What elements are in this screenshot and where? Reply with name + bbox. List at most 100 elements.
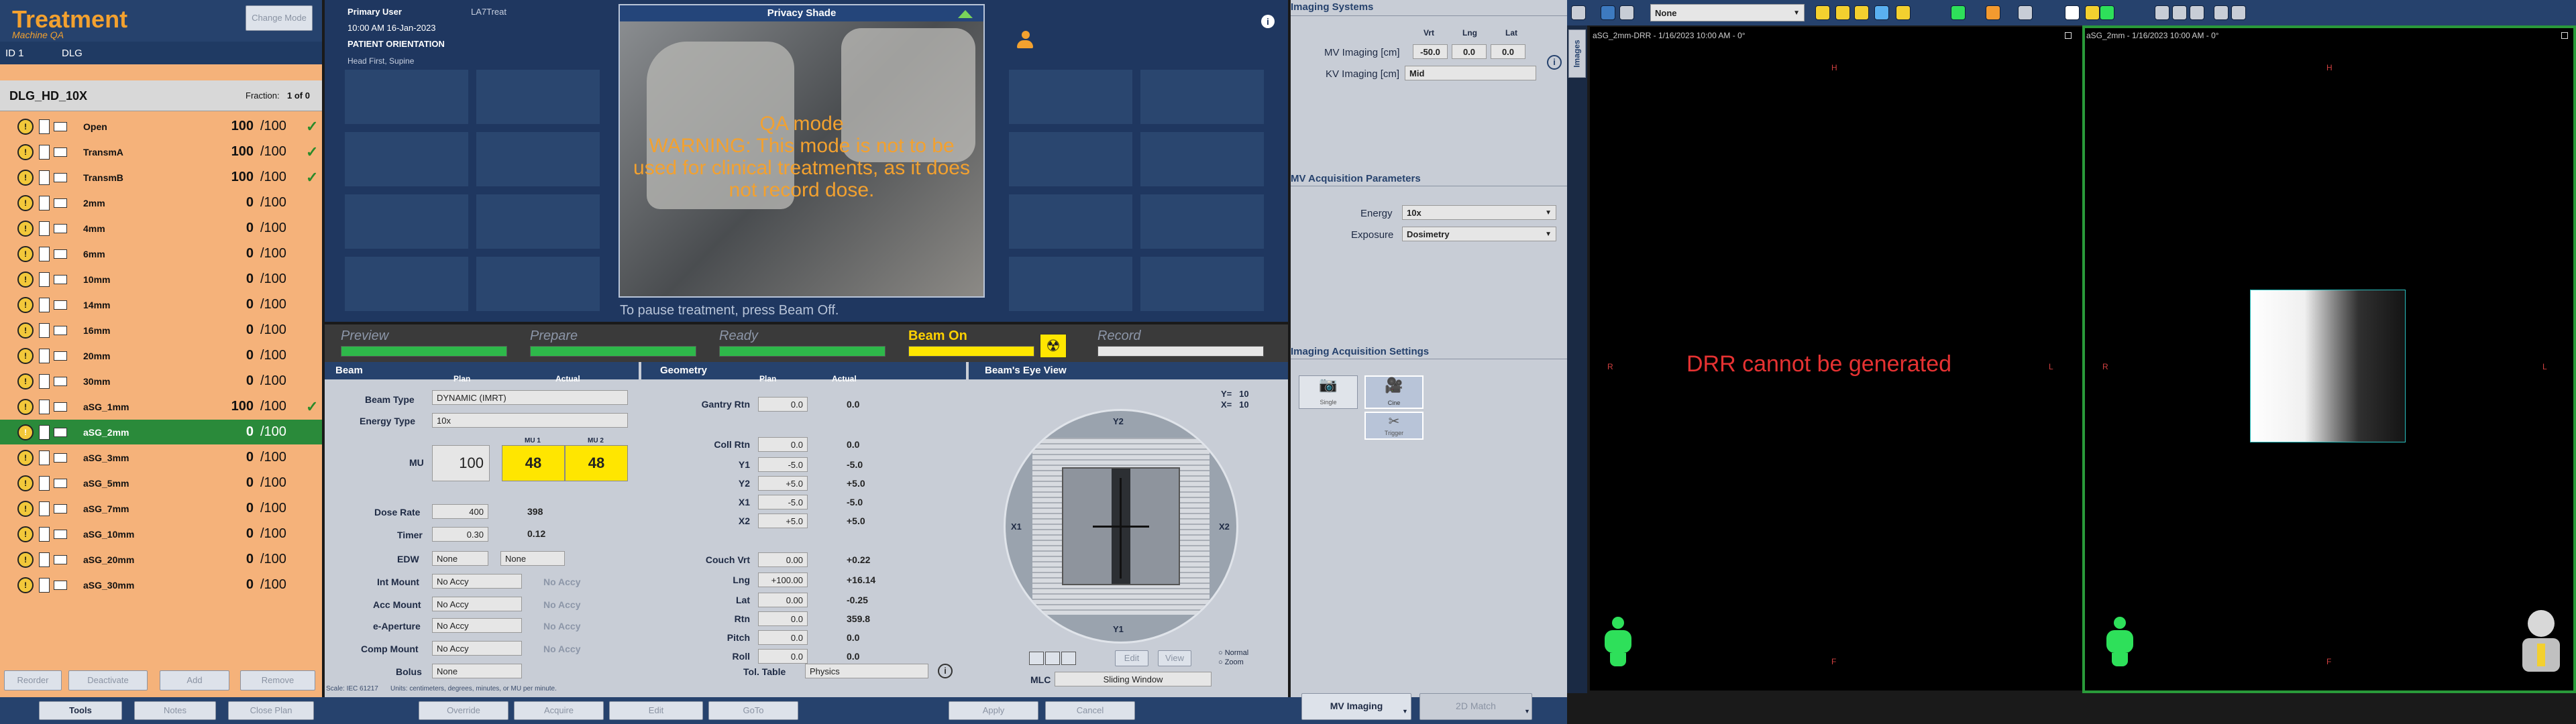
- match-icon[interactable]: [2100, 5, 2114, 20]
- field-status-icon: !: [17, 500, 34, 517]
- y2-label: Y2: [738, 478, 750, 489]
- bev-tool-icon-1[interactable]: [1029, 652, 1044, 665]
- field-row-10mm[interactable]: ! 10mm 0/100: [0, 267, 322, 292]
- field-mu-total: /100: [260, 552, 286, 566]
- zoom-in-icon[interactable]: [1815, 5, 1830, 20]
- match-dropdown-icon[interactable]: ▼: [1524, 708, 1530, 715]
- overlay-select[interactable]: None ▼: [1650, 4, 1805, 21]
- tools-button[interactable]: Tools: [39, 701, 122, 720]
- override-button[interactable]: Override: [419, 701, 508, 720]
- field-row-asg-5mm[interactable]: ! aSG_5mm 0/100: [0, 471, 322, 495]
- y1-label: Y1: [738, 459, 750, 470]
- goto-button[interactable]: GoTo: [708, 701, 798, 720]
- edit-button[interactable]: Edit: [609, 701, 703, 720]
- maximize-icon[interactable]: [2065, 32, 2072, 39]
- field-row-open[interactable]: ! Open 100/100 ✓: [0, 114, 322, 139]
- undo-icon[interactable]: [1874, 5, 1889, 20]
- remove-field-button[interactable]: Remove: [240, 670, 315, 690]
- plan-header[interactable]: DLG_HD_10X Fraction: 1 of 0: [0, 80, 322, 111]
- trigger-button[interactable]: ✂ Trigger: [1364, 412, 1424, 440]
- imaging-info-icon[interactable]: i: [1547, 55, 1562, 70]
- layout-icon[interactable]: [1571, 5, 1586, 20]
- zoom-radio[interactable]: ○ Zoom: [1218, 658, 1244, 666]
- mu1-label: MU 1: [525, 437, 541, 444]
- layers-icon[interactable]: [2172, 5, 2187, 20]
- bev-tool-icon-3[interactable]: [1061, 652, 1076, 665]
- mv-dropdown-icon[interactable]: ▼: [1402, 708, 1408, 715]
- info-icon[interactable]: i: [1261, 15, 1275, 28]
- cine-acq-button[interactable]: 🎥 Cine: [1364, 375, 1424, 409]
- field-row-asg-3mm[interactable]: ! aSG_3mm 0/100: [0, 445, 322, 470]
- field-row-30mm[interactable]: ! 30mm 0/100: [0, 369, 322, 394]
- maximize-icon[interactable]: [2561, 32, 2568, 39]
- grid-icon[interactable]: [2018, 5, 2033, 20]
- field-row-4mm[interactable]: ! 4mm 0/100: [0, 216, 322, 241]
- info-icon[interactable]: [2065, 5, 2080, 20]
- field-name: Open: [83, 121, 107, 132]
- fraction-label: Fraction:: [246, 90, 280, 101]
- apply-button[interactable]: Apply: [949, 701, 1038, 720]
- field-row-transmb[interactable]: ! TransmB 100/100 ✓: [0, 165, 322, 190]
- acquire-button[interactable]: Acquire: [514, 701, 604, 720]
- adjust-icon[interactable]: [2190, 5, 2204, 20]
- check-icon: ✓: [306, 143, 319, 160]
- field-row-asg-7mm[interactable]: ! aSG_7mm 0/100: [0, 496, 322, 521]
- bev-tool-icon-2[interactable]: [1045, 652, 1060, 665]
- lock-icon[interactable]: [2231, 5, 2246, 20]
- field-row-16mm[interactable]: ! 16mm 0/100: [0, 318, 322, 343]
- cancel-button[interactable]: Cancel: [1045, 701, 1135, 720]
- measure-icon[interactable]: [1896, 5, 1911, 20]
- reorder-button[interactable]: Reorder: [4, 670, 62, 690]
- settings-icon[interactable]: [1619, 5, 1634, 20]
- beams-eye-view[interactable]: Y2 Y1 X1 X2: [1004, 409, 1238, 644]
- field-row-asg-20mm[interactable]: ! aSG_20mm 0/100: [0, 547, 322, 572]
- field-shape-icon: [54, 580, 67, 590]
- change-mode-button[interactable]: Change Mode: [246, 5, 313, 31]
- bev-view-button[interactable]: View: [1158, 650, 1191, 666]
- privacy-shade-bar[interactable]: Privacy Shade: [620, 5, 983, 21]
- timer-actual: 0.12: [527, 528, 546, 539]
- close-plan-button[interactable]: Close Plan: [228, 701, 314, 720]
- reset-icon[interactable]: [2214, 5, 2229, 20]
- window-level-icon[interactable]: [1601, 5, 1615, 20]
- energy-select[interactable]: 10x ▼: [1402, 205, 1556, 220]
- edw-label: EDW: [397, 554, 419, 564]
- acq-orient-h: H: [2326, 63, 2332, 72]
- field-row-14mm[interactable]: ! 14mm 0/100: [0, 292, 322, 317]
- field-name: 6mm: [83, 248, 105, 259]
- overlay-icon[interactable]: [1986, 5, 2000, 20]
- field-row-asg-10mm[interactable]: ! aSG_10mm 0/100: [0, 522, 322, 546]
- acc-mount-label: Acc Mount: [373, 599, 421, 610]
- state-bar: [719, 346, 885, 357]
- field-row-asg-1mm[interactable]: ! aSG_1mm 100/100 ✓: [0, 394, 322, 419]
- comp-mount-label: Comp Mount: [361, 644, 419, 654]
- exposure-select[interactable]: Dosimetry ▼: [1402, 227, 1556, 241]
- single-acq-button[interactable]: 📷 Single: [1299, 375, 1358, 409]
- field-row-20mm[interactable]: ! 20mm 0/100: [0, 343, 322, 368]
- rtn-actual: 359.8: [847, 613, 871, 624]
- lat-header: Lat: [1505, 28, 1517, 38]
- tolerance-info-icon[interactable]: i: [938, 664, 953, 678]
- images-tab[interactable]: Images: [1568, 29, 1586, 78]
- beam-type-label: Beam Type: [365, 394, 415, 405]
- mv-imaging-button[interactable]: MV Imaging: [1301, 693, 1411, 720]
- screen-icon[interactable]: [2155, 5, 2169, 20]
- collapse-arrow-icon[interactable]: [958, 10, 973, 18]
- contour-icon[interactable]: [2085, 5, 2100, 20]
- field-row-transma[interactable]: ! TransmA 100/100 ✓: [0, 139, 322, 164]
- crosshair-icon[interactable]: [1951, 5, 1966, 20]
- notes-button[interactable]: Notes: [134, 701, 216, 720]
- field-row-2mm[interactable]: ! 2mm 0/100: [0, 190, 322, 215]
- zoom-out-icon[interactable]: [1835, 5, 1850, 20]
- deactivate-button[interactable]: Deactivate: [68, 670, 148, 690]
- pan-icon[interactable]: [1854, 5, 1869, 20]
- field-row-asg-30mm[interactable]: ! aSG_30mm 0/100: [0, 572, 322, 597]
- dose-rate-plan: 400: [432, 504, 488, 519]
- field-row-asg-2mm[interactable]: ! aSG_2mm 0/100: [0, 420, 322, 444]
- status-cell: [345, 132, 468, 186]
- 2d-match-button[interactable]: 2D Match: [1419, 693, 1532, 720]
- normal-radio[interactable]: ○ Normal: [1218, 649, 1248, 657]
- bev-edit-button[interactable]: Edit: [1115, 650, 1148, 666]
- field-row-6mm[interactable]: ! 6mm 0/100: [0, 241, 322, 266]
- add-field-button[interactable]: Add: [160, 670, 229, 690]
